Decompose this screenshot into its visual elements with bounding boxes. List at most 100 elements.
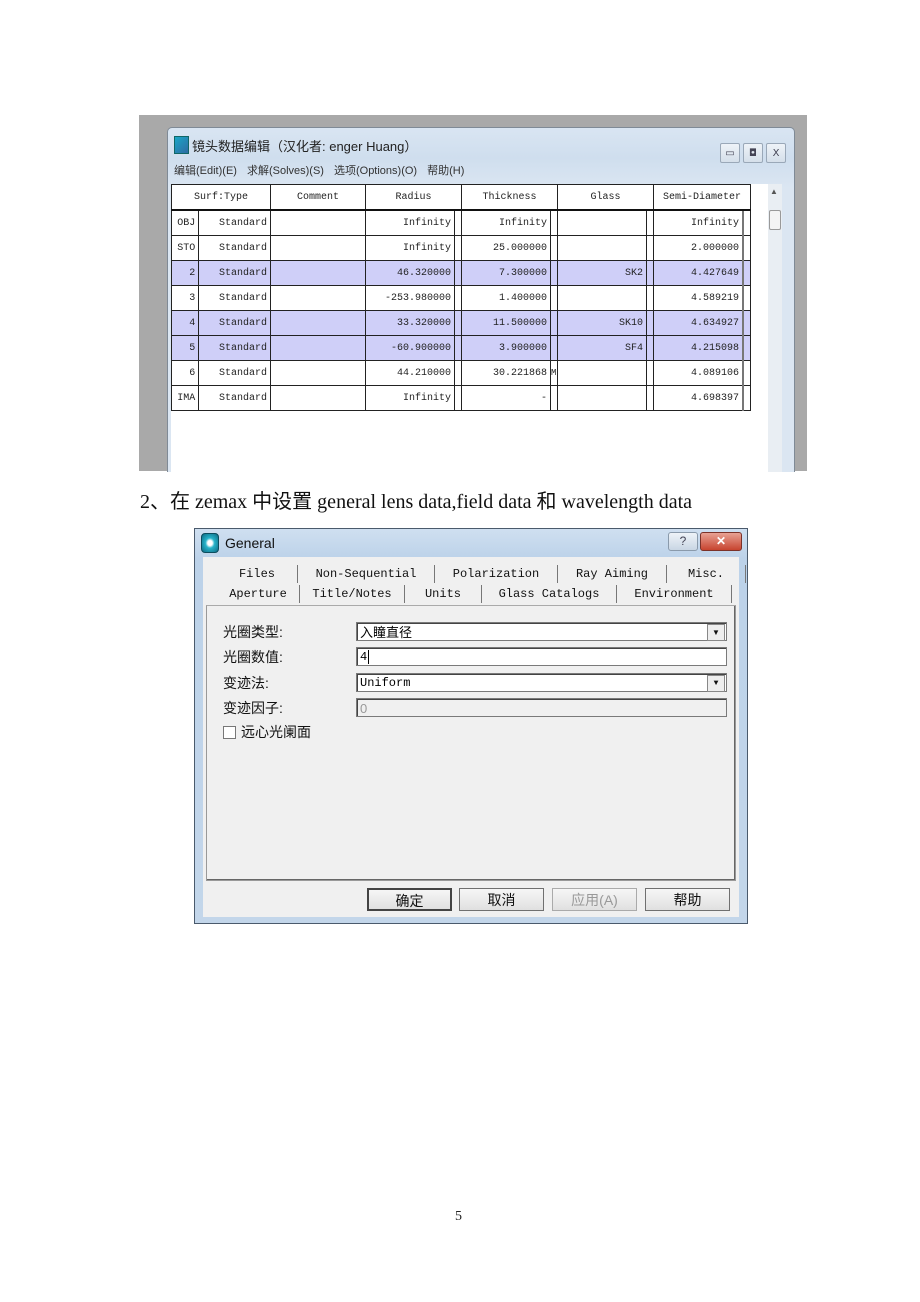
thickness-cell[interactable]: 25.000000 — [461, 235, 551, 261]
surface-number-cell[interactable]: OBJ — [170, 209, 200, 236]
surface-type-cell[interactable]: Standard — [198, 285, 271, 311]
semi-diameter-cell[interactable]: 4.215098 — [653, 335, 744, 361]
radius-solve-cell[interactable] — [454, 310, 462, 336]
thickness-solve-cell[interactable] — [550, 335, 558, 361]
glass-solve-cell[interactable] — [646, 235, 654, 261]
thickness-cell[interactable]: 3.900000 — [461, 335, 551, 361]
comment-cell[interactable] — [270, 310, 366, 336]
semi-diameter-cell[interactable]: 4.634927 — [653, 310, 744, 336]
table-row[interactable]: IMA Standard Infinity - 4.698397 — [170, 385, 751, 411]
comment-cell[interactable] — [270, 385, 366, 411]
tab-environment[interactable]: Environment — [617, 585, 732, 603]
comment-cell[interactable] — [270, 209, 366, 236]
table-row[interactable]: 5 Standard -60.900000 3.900000 SF4 4.215098 — [170, 335, 751, 361]
glass-solve-cell[interactable] — [646, 360, 654, 386]
apodization-dropdown[interactable]: Uniform ▼ — [356, 673, 727, 692]
radius-solve-cell[interactable] — [454, 335, 462, 361]
col-header-comment[interactable]: Comment — [270, 184, 366, 211]
semi-diameter-solve-cell[interactable] — [742, 335, 751, 361]
scroll-up-icon[interactable]: ▲ — [770, 187, 778, 196]
surface-number-cell[interactable]: 6 — [170, 360, 200, 386]
chevron-down-icon[interactable]: ▼ — [707, 675, 725, 692]
table-row[interactable]: 6 Standard 44.210000 30.221868 M 4.089106 — [170, 360, 751, 386]
apodization-factor-input[interactable]: 0 — [356, 698, 727, 717]
radius-cell[interactable]: Infinity — [365, 209, 455, 236]
glass-solve-cell[interactable] — [646, 209, 654, 236]
surface-number-cell[interactable]: 2 — [170, 260, 200, 286]
table-row[interactable]: STO Standard Infinity 25.000000 2.000000 — [170, 235, 751, 261]
thickness-cell[interactable]: 1.400000 — [461, 285, 551, 311]
glass-cell[interactable] — [557, 285, 647, 311]
tab-non-sequential[interactable]: Non-Sequential — [298, 565, 435, 583]
thickness-solve-cell[interactable] — [550, 209, 558, 236]
aperture-type-dropdown[interactable]: 入瞳直径 ▼ — [356, 622, 727, 641]
close-button[interactable]: X — [766, 143, 786, 163]
tab-files[interactable]: Files — [217, 565, 298, 583]
table-row[interactable]: 2 Standard 46.320000 7.300000 SK2 4.427649 — [170, 260, 751, 286]
radius-solve-cell[interactable] — [454, 385, 462, 411]
radius-cell[interactable]: -253.980000 — [365, 285, 455, 311]
minimize-button[interactable]: ▭ — [720, 143, 740, 163]
col-header-glass[interactable]: Glass — [557, 184, 654, 211]
tab-aperture[interactable]: Aperture — [217, 585, 300, 603]
radius-cell[interactable]: Infinity — [365, 235, 455, 261]
tab-misc[interactable]: Misc. — [667, 565, 746, 583]
semi-diameter-cell[interactable]: 4.427649 — [653, 260, 744, 286]
table-row[interactable]: 4 Standard 33.320000 11.500000 SK10 4.634927 — [170, 310, 751, 336]
surface-type-cell[interactable]: Standard — [198, 385, 271, 411]
glass-cell[interactable] — [557, 235, 647, 261]
table-row[interactable]: OBJ Standard Infinity Infinity Infinity — [170, 209, 751, 236]
comment-cell[interactable] — [270, 235, 366, 261]
semi-diameter-solve-cell[interactable] — [742, 260, 751, 286]
col-header-radius[interactable]: Radius — [365, 184, 462, 211]
col-header-semi-diameter[interactable]: Semi-Diameter — [653, 184, 751, 211]
chevron-down-icon[interactable]: ▼ — [707, 624, 725, 641]
surface-number-cell[interactable]: 3 — [170, 285, 200, 311]
apply-button[interactable]: 应用(A) — [552, 888, 637, 911]
semi-diameter-cell[interactable]: 4.698397 — [653, 385, 744, 411]
thickness-cell[interactable]: 11.500000 — [461, 310, 551, 336]
scrollbar-thumb[interactable] — [769, 210, 781, 230]
tab-units[interactable]: Units — [405, 585, 482, 603]
comment-cell[interactable] — [270, 360, 366, 386]
telecentric-checkbox[interactable] — [223, 726, 236, 739]
tab-glass-catalogs[interactable]: Glass Catalogs — [482, 585, 617, 603]
radius-solve-cell[interactable] — [454, 360, 462, 386]
surface-number-cell[interactable]: STO — [170, 235, 200, 261]
vertical-scrollbar[interactable]: ▲ — [768, 184, 782, 472]
menu-solves[interactable]: 求解(Solves)(S) — [247, 162, 324, 178]
semi-diameter-solve-cell[interactable] — [742, 209, 751, 236]
thickness-cell[interactable]: 7.300000 — [461, 260, 551, 286]
ok-button[interactable]: 确定 — [367, 888, 452, 911]
menu-help[interactable]: 帮助(H) — [427, 162, 464, 178]
glass-cell[interactable]: SK10 — [557, 310, 647, 336]
tab-polarization[interactable]: Polarization — [435, 565, 558, 583]
close-button[interactable]: ✕ — [700, 532, 742, 551]
radius-cell[interactable]: Infinity — [365, 385, 455, 411]
aperture-value-input[interactable]: 4 — [356, 647, 727, 666]
radius-cell[interactable]: -60.900000 — [365, 335, 455, 361]
thickness-solve-cell[interactable]: M — [550, 360, 558, 386]
thickness-cell[interactable]: - — [461, 385, 551, 411]
surface-type-cell[interactable]: Standard — [198, 335, 271, 361]
radius-solve-cell[interactable] — [454, 285, 462, 311]
radius-cell[interactable]: 46.320000 — [365, 260, 455, 286]
glass-solve-cell[interactable] — [646, 285, 654, 311]
col-header-surf-type[interactable]: Surf:Type — [171, 184, 271, 211]
semi-diameter-cell[interactable]: Infinity — [653, 209, 744, 236]
restore-button[interactable]: ◘ — [743, 143, 763, 163]
radius-solve-cell[interactable] — [454, 235, 462, 261]
thickness-cell[interactable]: 30.221868 — [461, 360, 551, 386]
glass-cell[interactable]: SK2 — [557, 260, 647, 286]
cancel-button[interactable]: 取消 — [459, 888, 544, 911]
radius-solve-cell[interactable] — [454, 260, 462, 286]
surface-type-cell[interactable]: Standard — [198, 260, 271, 286]
thickness-solve-cell[interactable] — [550, 385, 558, 411]
semi-diameter-solve-cell[interactable] — [742, 285, 751, 311]
glass-cell[interactable]: SF4 — [557, 335, 647, 361]
surface-type-cell[interactable]: Standard — [198, 235, 271, 261]
thickness-solve-cell[interactable] — [550, 235, 558, 261]
glass-solve-cell[interactable] — [646, 335, 654, 361]
help-button[interactable]: 帮助 — [645, 888, 730, 911]
semi-diameter-solve-cell[interactable] — [742, 235, 751, 261]
